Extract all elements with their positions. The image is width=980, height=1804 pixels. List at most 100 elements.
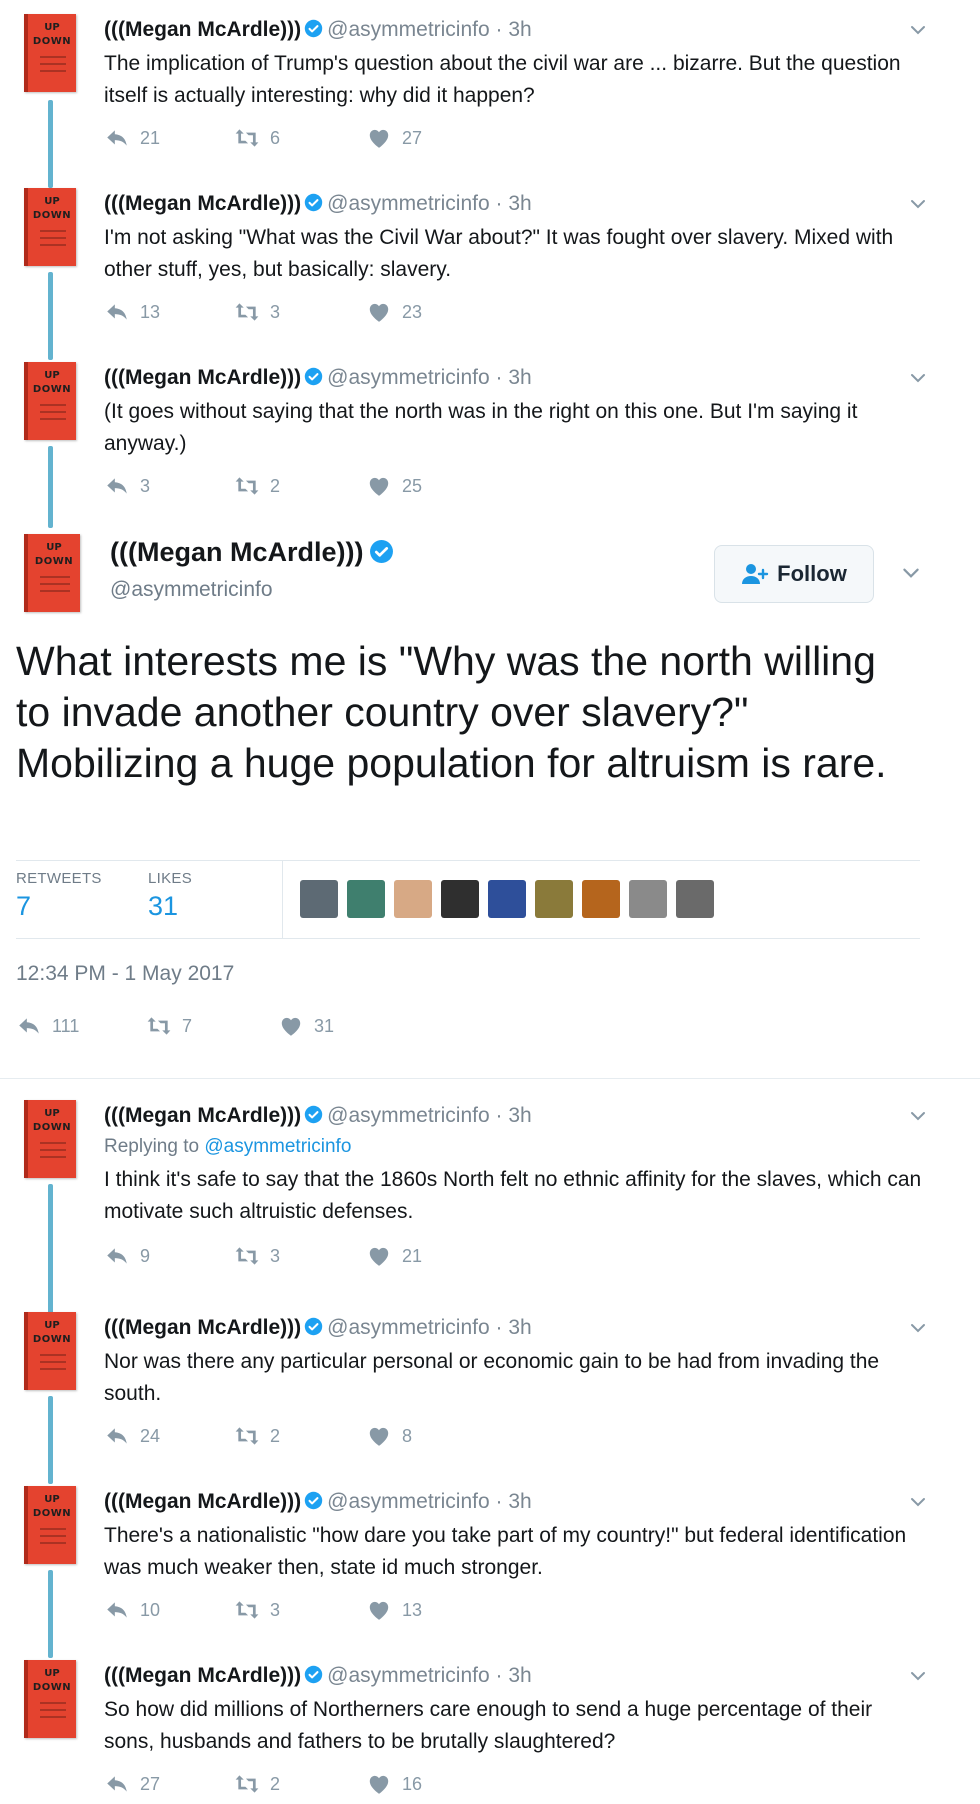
like-button[interactable]: 25	[366, 472, 422, 500]
chevron-down-icon[interactable]	[908, 1106, 928, 1126]
retweet-button[interactable]: 2	[234, 1422, 280, 1450]
retweet-count: 3	[270, 301, 281, 322]
author-handle[interactable]: @asymmetricinfo	[327, 366, 490, 389]
tweet-text: (It goes without saying that the north w…	[104, 400, 858, 455]
avatar-book-title-top: UP	[46, 542, 62, 553]
avatar-book-title-bottom: DOWN	[32, 36, 72, 47]
retweet-count: 3	[270, 1599, 281, 1620]
retweet-button[interactable]: 3	[234, 1242, 280, 1270]
author-name[interactable]: (((Megan McArdle)))	[110, 537, 363, 567]
author-name[interactable]: (((Megan McArdle)))	[104, 1490, 301, 1513]
avatar-book-title-top: UP	[44, 370, 60, 381]
liker-avatar[interactable]	[535, 880, 573, 918]
tweet-actions: 24 2 8	[104, 1422, 444, 1450]
author-name[interactable]: (((Megan McArdle)))	[104, 1316, 301, 1339]
author-handle[interactable]: @asymmetricinfo	[327, 192, 490, 215]
chevron-down-icon[interactable]	[908, 1318, 928, 1338]
author-name[interactable]: (((Megan McArdle)))	[104, 366, 301, 389]
follow-button[interactable]: Follow	[714, 545, 874, 603]
tweet-time[interactable]: 3h	[508, 192, 531, 215]
like-button[interactable]: 13	[366, 1596, 422, 1624]
tweet-time[interactable]: 3h	[508, 1104, 531, 1127]
tweet-time[interactable]: 3h	[508, 18, 531, 41]
author-name[interactable]: (((Megan McArdle)))	[104, 1664, 301, 1687]
avatar[interactable]: UP DOWN	[24, 1312, 76, 1390]
chevron-down-icon[interactable]	[908, 20, 928, 40]
like-button[interactable]: 8	[366, 1422, 412, 1450]
like-button[interactable]: 16	[366, 1770, 422, 1798]
like-button[interactable]: 31	[278, 1012, 334, 1040]
like-count: 13	[402, 1599, 423, 1620]
liker-avatar[interactable]	[394, 880, 432, 918]
reply-button[interactable]: 3	[104, 472, 150, 500]
liker-avatar[interactable]	[629, 880, 667, 918]
retweet-button[interactable]: 7	[146, 1012, 192, 1040]
reply-button[interactable]: 21	[104, 124, 160, 152]
avatar[interactable]: UP DOWN	[24, 1100, 76, 1178]
reply-button[interactable]: 9	[104, 1242, 150, 1270]
retweet-icon	[235, 1601, 259, 1619]
tweet-actions: 10 3 13	[104, 1596, 444, 1624]
author-name[interactable]: (((Megan McArdle)))	[104, 1104, 301, 1127]
avatar-book-title-bottom: DOWN	[32, 1682, 72, 1693]
author-handle[interactable]: @asymmetricinfo	[327, 1104, 490, 1127]
tweet-timestamp[interactable]: 12:34 PM - 1 May 2017	[16, 962, 234, 986]
author-name[interactable]: (((Megan McArdle)))	[104, 18, 301, 41]
avatar[interactable]: UP DOWN	[24, 1486, 76, 1564]
like-button[interactable]: 23	[366, 298, 422, 326]
retweet-button[interactable]: 3	[234, 1596, 280, 1624]
tweet-time[interactable]: 3h	[508, 1316, 531, 1339]
chevron-down-icon[interactable]	[900, 562, 922, 584]
tweet-time[interactable]: 3h	[508, 366, 531, 389]
reply-button[interactable]: 10	[104, 1596, 160, 1624]
author-handle[interactable]: @asymmetricinfo	[327, 1316, 490, 1339]
reply-button[interactable]: 13	[104, 298, 160, 326]
avatar[interactable]: UP DOWN	[24, 188, 76, 266]
liker-avatar[interactable]	[582, 880, 620, 918]
thread-line	[48, 1184, 53, 1314]
thread-line	[48, 100, 53, 188]
tweet-time[interactable]: 3h	[508, 1664, 531, 1687]
reply-count: 24	[140, 1425, 161, 1446]
avatar-book-title-bottom: DOWN	[34, 556, 74, 567]
author-handle[interactable]: @asymmetricinfo	[327, 18, 490, 41]
retweet-button[interactable]: 6	[234, 124, 280, 152]
tweet-text: The implication of Trump's question abou…	[104, 52, 901, 107]
avatar[interactable]: UP DOWN	[24, 14, 76, 92]
author-name[interactable]: (((Megan McArdle)))	[104, 192, 301, 215]
avatar[interactable]: UP DOWN	[24, 362, 76, 440]
liker-avatar[interactable]	[488, 880, 526, 918]
verified-badge-icon	[304, 1665, 323, 1684]
avatar[interactable]: UP DOWN	[24, 534, 80, 612]
tweet-header: (((Megan McArdle))) @asymmetricinfo · 3h	[104, 192, 532, 215]
retweet-button[interactable]: 3	[234, 298, 280, 326]
author-handle[interactable]: @asymmetricinfo	[110, 578, 273, 602]
retweets-stat[interactable]: RETWEETS 7	[16, 870, 102, 922]
tweet-time[interactable]: 3h	[508, 1490, 531, 1513]
author-handle[interactable]: @asymmetricinfo	[327, 1490, 490, 1513]
like-button[interactable]: 27	[366, 124, 422, 152]
author-handle[interactable]: @asymmetricinfo	[327, 1664, 490, 1687]
chevron-down-icon[interactable]	[908, 1666, 928, 1686]
reply-count: 21	[140, 127, 161, 148]
chevron-down-icon[interactable]	[908, 1492, 928, 1512]
likes-stat[interactable]: LIKES 31	[148, 870, 192, 922]
retweet-count: 2	[270, 1425, 281, 1446]
like-count: 27	[402, 127, 423, 148]
liker-avatar[interactable]	[441, 880, 479, 918]
avatar[interactable]: UP DOWN	[24, 1660, 76, 1738]
replying-to-link[interactable]: @asymmetricinfo	[204, 1136, 351, 1157]
reply-button[interactable]: 27	[104, 1770, 160, 1798]
heart-icon	[369, 1775, 389, 1794]
like-button[interactable]: 21	[366, 1242, 422, 1270]
liker-avatar[interactable]	[300, 880, 338, 918]
retweet-button[interactable]: 2	[234, 1770, 280, 1798]
reply-button[interactable]: 24	[104, 1422, 160, 1450]
retweet-button[interactable]: 2	[234, 472, 280, 500]
heart-icon	[281, 1017, 301, 1036]
reply-button[interactable]: 111	[16, 1012, 79, 1040]
chevron-down-icon[interactable]	[908, 194, 928, 214]
chevron-down-icon[interactable]	[908, 368, 928, 388]
liker-avatar[interactable]	[676, 880, 714, 918]
liker-avatar[interactable]	[347, 880, 385, 918]
